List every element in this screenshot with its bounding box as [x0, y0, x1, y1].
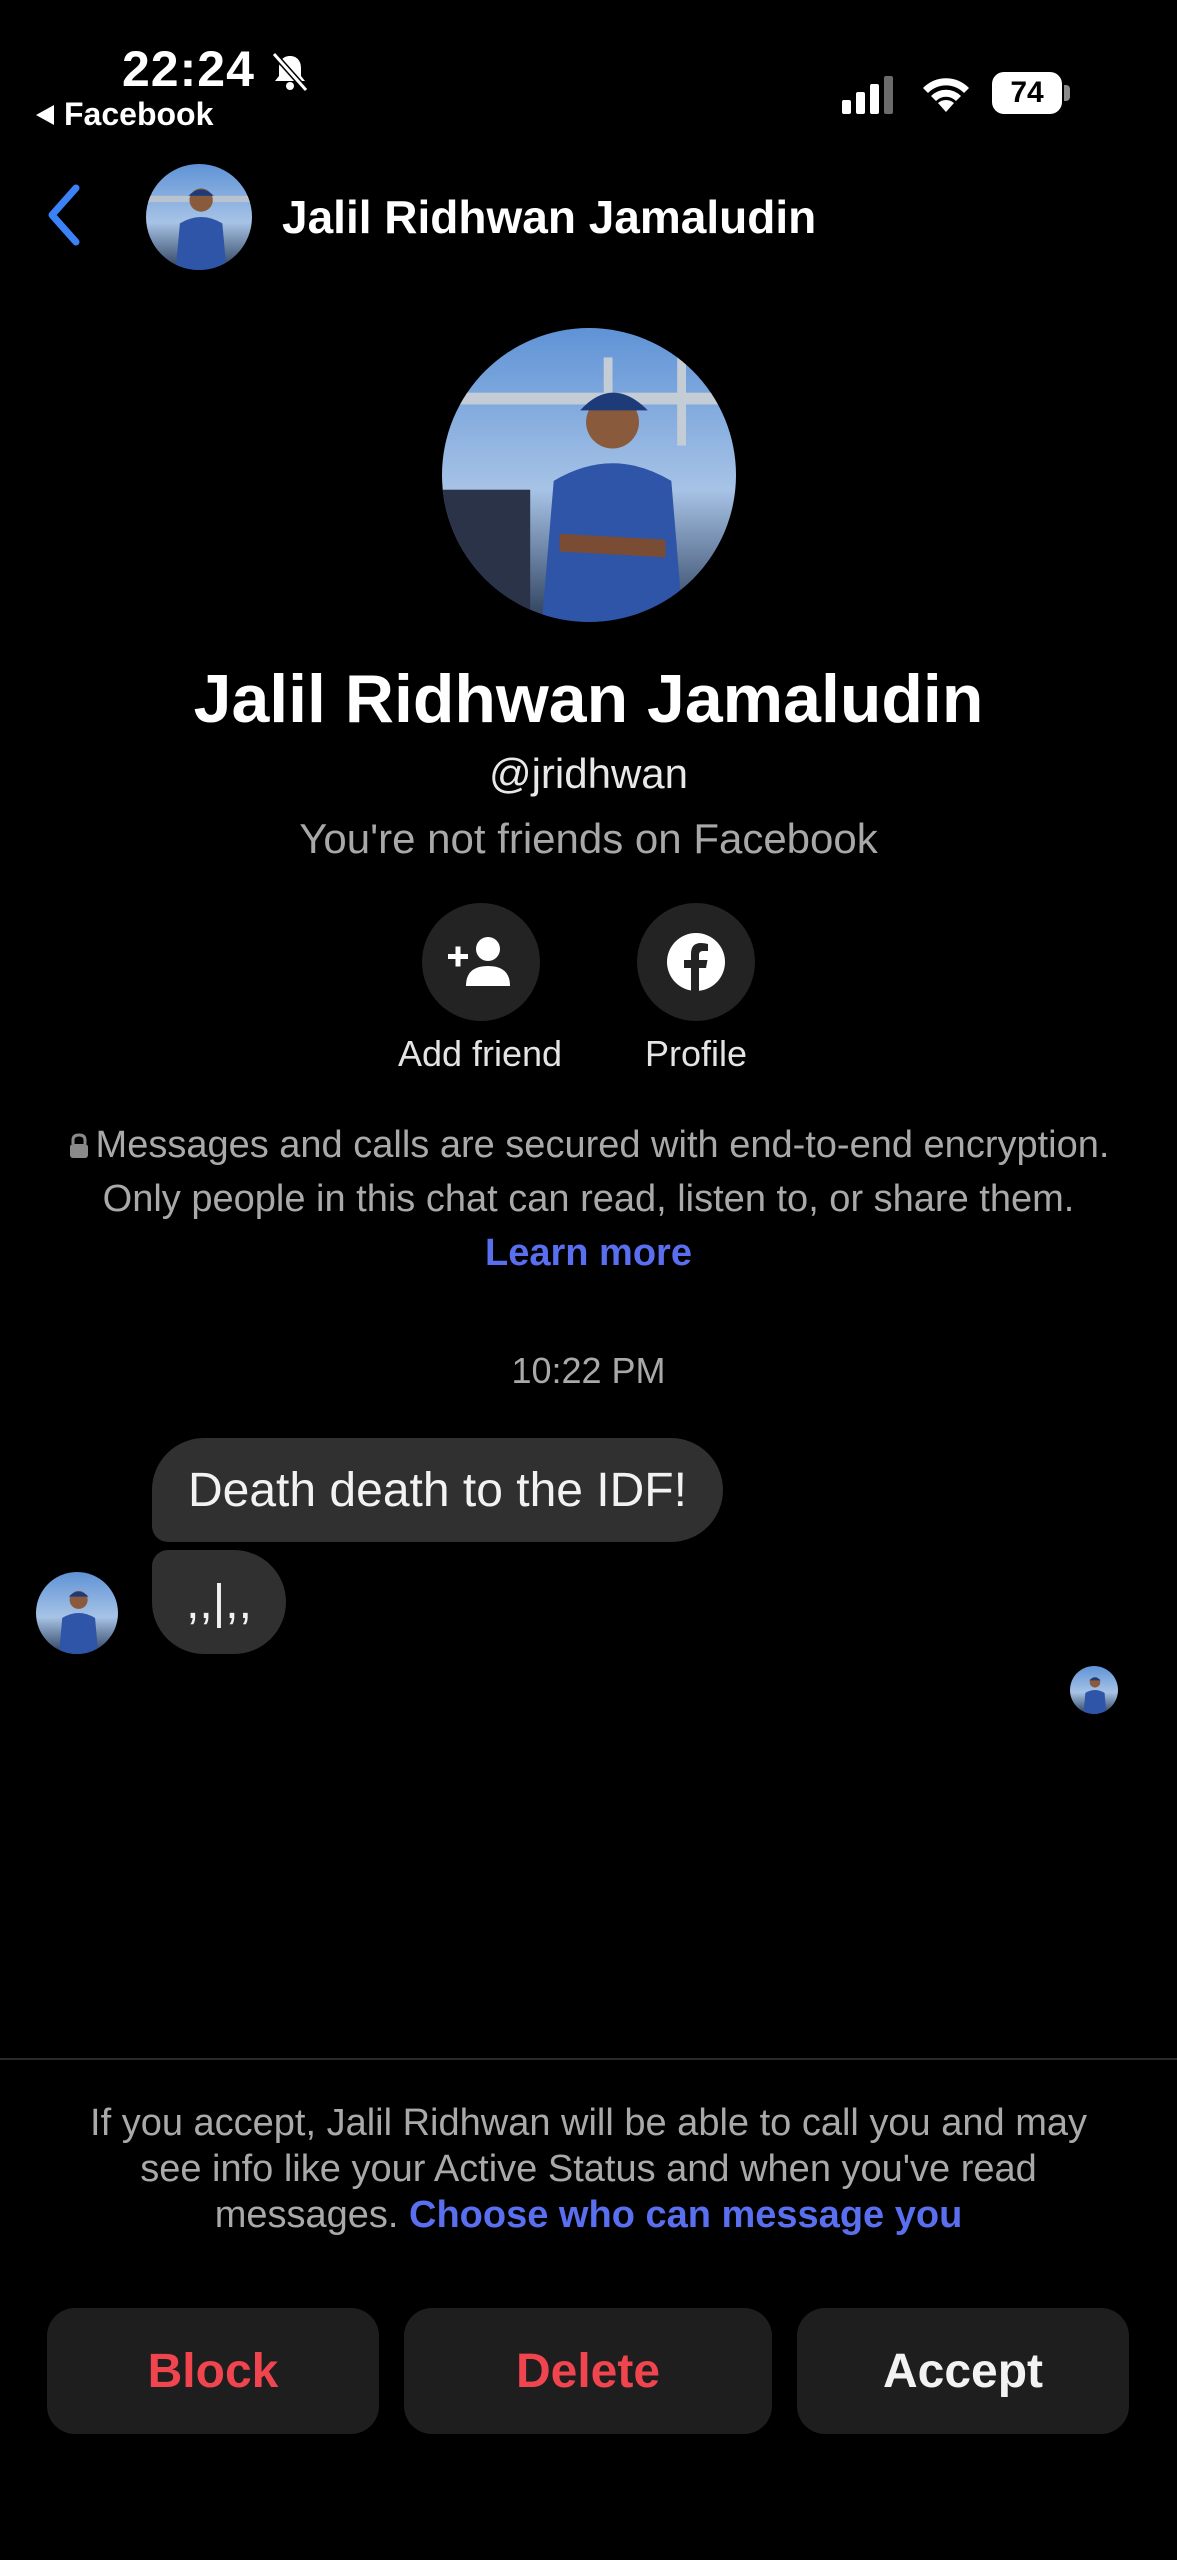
back-chevron-icon[interactable]	[44, 180, 84, 250]
add-friend-icon	[448, 937, 510, 986]
message-timestamp: 10:22 PM	[511, 1350, 666, 1391]
learn-more-link[interactable]: Learn more	[485, 1232, 692, 1274]
delete-button[interactable]: Delete	[404, 2308, 772, 2434]
status-time: 22:24	[122, 41, 255, 97]
profile-button[interactable]	[637, 903, 755, 1021]
profile-handle: @jridhwan	[488, 750, 689, 797]
encryption-notice: Messages and calls are secured with end-…	[60, 1118, 1117, 1280]
back-triangle-icon	[36, 104, 54, 125]
profile-avatar	[442, 328, 736, 622]
encryption-text: Messages and calls are secured with end-…	[95, 1124, 1110, 1220]
facebook-icon	[667, 933, 725, 992]
profile-label: Profile	[644, 1033, 748, 1074]
accept-button[interactable]: Accept	[797, 2308, 1129, 2434]
divider	[0, 2058, 1177, 2060]
header-contact-name: Jalil Ridhwan Jamaludin	[282, 191, 817, 243]
back-to-app-link[interactable]: Facebook	[36, 96, 213, 133]
seen-receipt-avatar	[1070, 1666, 1118, 1714]
profile-name: Jalil Ridhwan Jamaludin	[193, 661, 984, 737]
cellular-signal-icon	[842, 76, 894, 114]
wifi-icon	[923, 78, 969, 112]
message-bubble[interactable]: ,,|,,	[152, 1550, 286, 1654]
add-friend-button[interactable]	[422, 903, 540, 1021]
battery-level: 74	[992, 72, 1062, 114]
lock-icon	[69, 1133, 88, 1158]
sender-avatar[interactable]	[36, 1572, 118, 1654]
back-app-label: Facebook	[64, 96, 214, 132]
battery-indicator: 74	[992, 72, 1070, 114]
message-bubble[interactable]: Death death to the IDF!	[152, 1438, 723, 1542]
block-button[interactable]: Block	[47, 2308, 379, 2434]
choose-who-can-message-link[interactable]: Choose who can message you	[409, 2194, 962, 2236]
friendship-status: You're not friends on Facebook	[299, 815, 878, 862]
silent-bell-icon	[271, 52, 309, 92]
request-notice: If you accept, Jalil Ridhwan will be abl…	[60, 2100, 1117, 2238]
header-avatar[interactable]	[146, 164, 252, 270]
